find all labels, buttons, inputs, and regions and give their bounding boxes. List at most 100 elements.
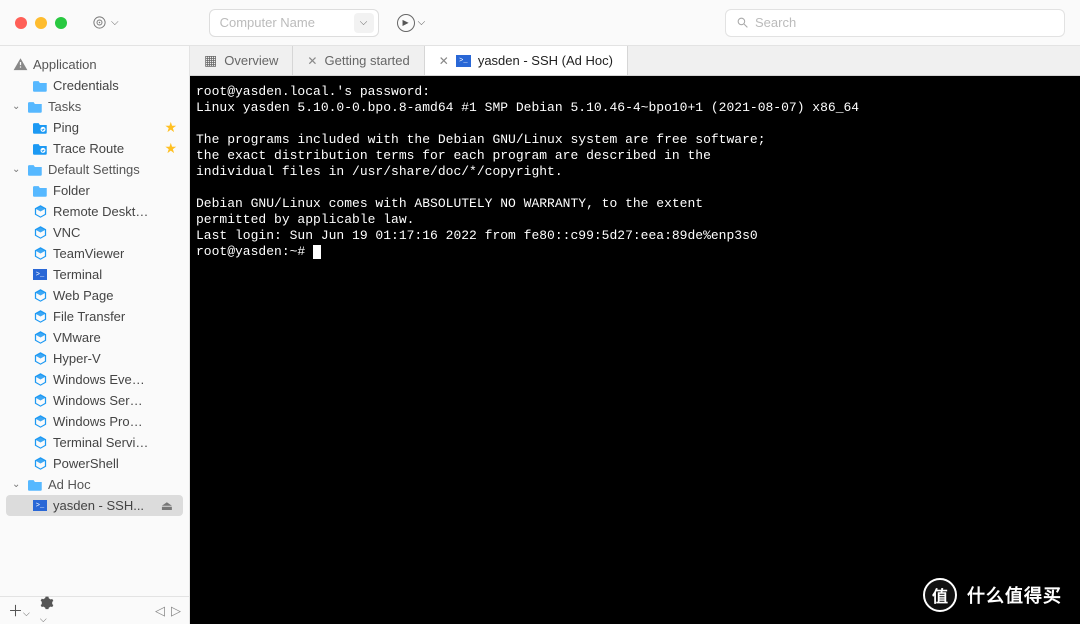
window-controls <box>15 17 67 29</box>
search-placeholder: Search <box>755 15 796 30</box>
cube-icon <box>32 393 48 408</box>
term-icon: >_ <box>32 269 48 280</box>
eject-icon[interactable]: ⏏ <box>161 498 173 514</box>
sidebar-item[interactable]: PowerShell <box>0 453 189 474</box>
sidebar-item[interactable]: File Transfer <box>0 306 189 327</box>
sidebar-item[interactable]: Ping ★ <box>0 117 189 138</box>
sidebar-item-label: File Transfer <box>53 309 125 324</box>
folder-icon <box>27 163 43 176</box>
grid-icon: ▦ <box>204 52 217 69</box>
sidebar-group-label: Tasks <box>48 99 81 114</box>
sidebar-item[interactable]: Trace Route★ <box>0 138 189 159</box>
sidebar-group[interactable]: ⌄Default Settings <box>0 159 189 180</box>
cube-icon <box>32 288 48 303</box>
sidebar-group[interactable]: ⌄ Tasks <box>0 96 189 117</box>
settings-button[interactable]: ⌵ <box>40 596 54 625</box>
sidebar-item[interactable]: Remote Desktop <box>0 201 189 222</box>
sidebar-item-label: Web Page <box>53 288 113 303</box>
sidebar-item[interactable]: Windows Services <box>0 390 189 411</box>
cube-icon <box>32 246 48 261</box>
sidebar-item[interactable]: VMware <box>0 327 189 348</box>
name-dropdown-button[interactable]: ⌵ <box>354 13 374 33</box>
titlebar: ⌵ Computer Name ⌵ ▶ ⌵ Search <box>0 0 1080 46</box>
sidebar-item[interactable]: >_ yasden - SSH... ⏏ <box>6 495 183 516</box>
sidebar-item[interactable]: Hyper-V <box>0 348 189 369</box>
star-icon: ★ <box>164 119 177 136</box>
computer-name-placeholder: Computer Name <box>220 15 315 30</box>
terminal-cursor <box>313 245 321 259</box>
cube-icon <box>32 372 48 387</box>
chevron-down-icon: ⌄ <box>12 164 22 175</box>
sidebar-footer: ＋⌵ ⌵ ◁ ▷ <box>0 596 189 624</box>
close-tab-icon[interactable]: ✕ <box>307 54 317 68</box>
sidebar-item-label: Windows Proces... <box>53 414 149 429</box>
close-tab-icon[interactable]: ✕ <box>439 54 449 68</box>
task-icon <box>32 142 48 155</box>
sidebar-item-label: Ping <box>53 120 79 135</box>
warning-icon <box>12 57 28 72</box>
terminal-icon: >_ <box>456 55 471 67</box>
sidebar-item[interactable]: Windows Proces... <box>0 411 189 432</box>
cube-icon <box>32 330 48 345</box>
add-button[interactable]: ＋⌵ <box>8 600 30 621</box>
folder-icon <box>27 478 43 491</box>
sidebar-item-label: Terminal Services <box>53 435 149 450</box>
chevron-down-icon: ⌵ <box>111 17 119 28</box>
tab[interactable]: ▦ Overview <box>190 46 293 75</box>
sidebar-item-label: Folder <box>53 183 90 198</box>
watermark-badge: 值 <box>923 578 957 612</box>
chevron-down-icon: ⌵ <box>418 17 426 28</box>
sidebar-group[interactable]: ⌄Ad Hoc <box>0 474 189 495</box>
tab-label: Overview <box>224 53 278 68</box>
cube-icon <box>32 351 48 366</box>
close-window-button[interactable] <box>15 17 27 29</box>
search-input[interactable]: Search <box>725 9 1065 37</box>
sidebar-item[interactable]: VNC <box>0 222 189 243</box>
sidebar-item-label: Remote Desktop <box>53 204 149 219</box>
folder-icon <box>27 100 43 113</box>
sidebar-item[interactable]: Web Page <box>0 285 189 306</box>
tab[interactable]: ✕Getting started <box>293 46 424 75</box>
sidebar-item[interactable]: Windows Events... <box>0 369 189 390</box>
sidebar-item[interactable]: TeamViewer <box>0 243 189 264</box>
cube-icon <box>32 225 48 240</box>
sidebar-item-label: VMware <box>53 330 101 345</box>
cube-icon <box>32 309 48 324</box>
term-icon: >_ <box>32 500 48 511</box>
sidebar-item-label: VNC <box>53 225 80 240</box>
cube-icon <box>32 435 48 450</box>
target-icon <box>92 15 107 30</box>
chevron-down-icon: ⌄ <box>12 101 22 112</box>
sidebar-item-label: Hyper-V <box>53 351 101 366</box>
nav-back-button[interactable]: ◁ <box>155 603 165 619</box>
watermark: 值 什么值得买 <box>923 578 1062 612</box>
folder-icon <box>32 184 48 197</box>
sidebar-item-label: Credentials <box>53 78 119 93</box>
fullscreen-window-button[interactable] <box>55 17 67 29</box>
sidebar-group-label: Application <box>33 57 97 72</box>
sidebar: ApplicationCredentials⌄TasksPing★Trace R… <box>0 46 190 624</box>
tab[interactable]: ✕ >_ yasden - SSH (Ad Hoc) <box>425 46 628 75</box>
sidebar-item-label: Windows Events... <box>53 372 149 387</box>
star-icon: ★ <box>164 140 177 157</box>
tab-bar: ▦Overview✕Getting started✕>_yasden - SSH… <box>190 46 1080 76</box>
search-icon <box>736 16 749 29</box>
folder-icon <box>32 79 48 92</box>
terminal-output[interactable]: root@yasden.local.'s password: Linux yas… <box>190 76 1080 624</box>
play-icon: ▶ <box>397 14 415 32</box>
sidebar-item-label: yasden - SSH... <box>53 498 144 513</box>
sidebar-item[interactable]: Folder <box>0 180 189 201</box>
nav-forward-button[interactable]: ▷ <box>171 603 181 619</box>
sidebar-item-label: Terminal <box>53 267 102 282</box>
chevron-down-icon: ⌄ <box>12 479 22 490</box>
sidebar-item[interactable]: >_ Terminal <box>0 264 189 285</box>
computer-name-field[interactable]: Computer Name ⌵ <box>209 9 379 37</box>
minimize-window-button[interactable] <box>35 17 47 29</box>
sidebar-group[interactable]: Application <box>0 54 189 75</box>
target-menu[interactable]: ⌵ <box>87 13 124 32</box>
tab-label: yasden - SSH (Ad Hoc) <box>478 53 613 68</box>
sidebar-item[interactable]: Terminal Services <box>0 432 189 453</box>
sidebar-item-label: TeamViewer <box>53 246 124 261</box>
sidebar-item[interactable]: Credentials <box>0 75 189 96</box>
run-menu[interactable]: ▶ ⌵ <box>397 14 426 32</box>
